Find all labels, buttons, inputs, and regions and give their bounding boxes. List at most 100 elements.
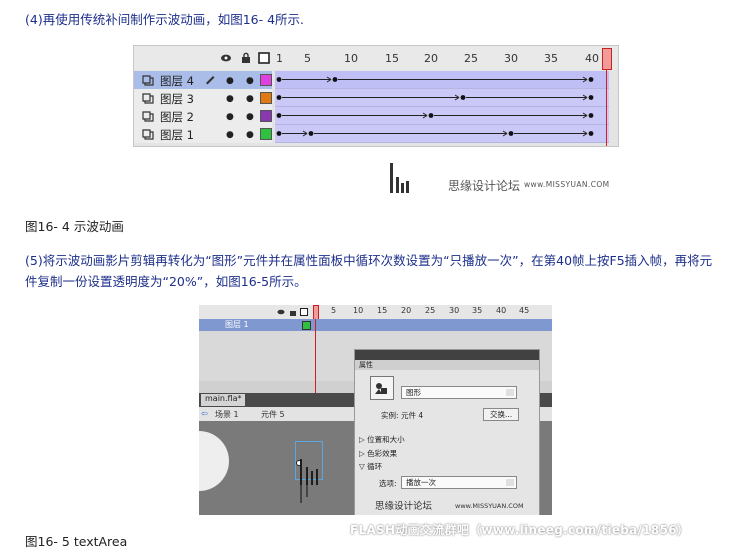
frame-number: 5 [331, 306, 337, 315]
frame-number: 30 [504, 52, 518, 65]
layer-name: 图层 4 [160, 74, 194, 88]
lock-dot[interactable]: ● [246, 130, 254, 140]
keyframe[interactable] [588, 95, 594, 100]
watermark-cn: 思缘设计论坛 [375, 501, 433, 512]
layer-name-cell[interactable]: 图层 3 ● ● [134, 89, 272, 107]
layer-icon [142, 93, 154, 104]
lock-dot[interactable]: ● [246, 76, 254, 86]
panel-titlebar[interactable] [355, 350, 539, 360]
timeline-header: 1 5 10 15 20 25 30 35 40 [134, 46, 618, 70]
panel-tab[interactable]: 属性 [355, 360, 539, 370]
lock-icon[interactable] [289, 308, 297, 316]
frame-number: 40 [496, 306, 507, 315]
frame-number: 35 [472, 306, 483, 315]
symbol-preview [370, 376, 394, 400]
keyframe[interactable] [588, 131, 594, 136]
pencil-icon [206, 76, 215, 85]
frame-number: 30 [449, 306, 460, 315]
frame-number: 10 [344, 52, 358, 65]
playhead[interactable] [602, 48, 612, 70]
symbol-instance[interactable] [295, 441, 323, 503]
figure-timeline-1: 1 5 10 15 20 25 30 35 40 图层 4 ● ● 图层 3 ●… [133, 45, 619, 147]
layer-row[interactable]: 图层 1 [199, 319, 552, 331]
section-position-size[interactable]: ▷ 位置和大小 [359, 434, 405, 445]
frame-number: 35 [544, 52, 558, 65]
keyframe[interactable] [276, 95, 282, 100]
paragraph-step-5: (5)将示波动画影片剪辑再转化为“图形”元件并在属性面板中循环次数设置为“只播放… [25, 253, 713, 289]
layer-name-cell[interactable]: 图层 2 ● ● [134, 107, 272, 125]
document-tab[interactable]: main.fla* [201, 394, 246, 406]
section-label: 位置和大小 [367, 435, 405, 444]
eye-icon[interactable] [220, 52, 232, 64]
breadcrumb-scene[interactable]: 场景 1 [215, 409, 239, 420]
keyframe[interactable] [276, 113, 282, 118]
layer-name-cell[interactable]: 图层 1 ● ● [134, 125, 272, 143]
visibility-dot[interactable]: ● [226, 112, 234, 122]
timeline-header: 1 5 10 15 20 25 30 35 40 45 [199, 305, 552, 320]
keyframe[interactable] [508, 131, 514, 136]
loop-option-select[interactable]: 播放一次 [401, 476, 517, 489]
frames-track[interactable] [275, 107, 609, 125]
keyframe[interactable] [276, 77, 282, 82]
breadcrumb-symbol[interactable]: 元件 5 [261, 409, 285, 420]
graphic-symbol-icon [375, 383, 387, 394]
frame-number: 20 [401, 306, 412, 315]
keyframe[interactable] [332, 77, 338, 82]
symbol-type-value: 图形 [406, 388, 421, 397]
layer-row[interactable]: 图层 4 ● ● [134, 71, 618, 89]
frame-number: 25 [425, 306, 436, 315]
outline-color-swatch[interactable] [260, 110, 272, 122]
frame-number: 15 [385, 52, 399, 65]
outline-square-icon[interactable] [258, 52, 270, 64]
outline-square-icon[interactable] [300, 308, 308, 316]
keyframe[interactable] [588, 113, 594, 118]
eye-icon[interactable] [277, 308, 285, 316]
visibility-dot[interactable]: ● [226, 130, 234, 140]
outline-color-swatch[interactable] [260, 128, 272, 140]
visibility-dot[interactable]: ● [226, 76, 234, 86]
layer-name: 图层 1 [160, 128, 194, 142]
lock-icon[interactable] [240, 52, 252, 64]
frame-number: 10 [353, 306, 364, 315]
frames-track[interactable] [275, 71, 609, 89]
keyframe[interactable] [308, 131, 314, 136]
layer-name-cell[interactable]: 图层 4 ● ● [134, 71, 272, 89]
outline-color-swatch[interactable] [302, 321, 311, 330]
keyframe[interactable] [460, 95, 466, 100]
back-arrow-icon[interactable]: ⇦ [201, 409, 208, 418]
layer-name: 图层 3 [160, 92, 194, 106]
visibility-dot[interactable]: ● [226, 94, 234, 104]
figure-caption-2: 图16- 5 textArea [25, 534, 128, 549]
figure-caption-1: 图16- 4 示波动画 [25, 219, 124, 234]
swap-button[interactable]: 交换... [483, 408, 520, 421]
playhead[interactable] [313, 305, 319, 320]
section-color-effect[interactable]: ▷ 色彩效果 [359, 448, 397, 459]
frame-number: 25 [464, 52, 478, 65]
keyframe[interactable] [588, 77, 594, 82]
dropdown-arrow-icon [506, 479, 514, 486]
layer-row[interactable]: 图层 1 ● ● [134, 125, 618, 143]
properties-panel: 属性 图形 实例: 元件 4 交换... ▷ 位置和大小 ▷ 色彩效果 ▽ 循环… [354, 349, 540, 515]
outline-color-swatch[interactable] [260, 92, 272, 104]
site-logo-icon [390, 163, 409, 193]
watermark-url: www.MISSYUAN.COM [524, 180, 610, 189]
lock-dot[interactable]: ● [246, 94, 254, 104]
outline-color-swatch[interactable] [260, 74, 272, 86]
symbol-type-select[interactable]: 图形 [401, 386, 517, 399]
layer-row[interactable]: 图层 2 ● ● [134, 107, 618, 125]
keyframe[interactable] [276, 131, 282, 136]
instance-label: 实例: [381, 411, 399, 420]
stage-circle-shape [199, 431, 229, 491]
layer-row[interactable]: 图层 3 ● ● [134, 89, 618, 107]
watermark-forum: FLASH动画交流群吧（www.lineeg.com/tieba/1856） [350, 523, 690, 537]
frames-track[interactable] [275, 125, 609, 143]
lock-dot[interactable]: ● [246, 112, 254, 122]
frames-track[interactable] [275, 89, 609, 107]
panel-tab-label: 属性 [359, 361, 373, 369]
watermark-cn: 思缘设计论坛 [448, 179, 521, 193]
section-loop[interactable]: ▽ 循环 [359, 461, 382, 472]
instance-value: 元件 4 [401, 411, 424, 420]
frame-number: 1 [276, 52, 283, 65]
layer-icon [142, 111, 154, 122]
keyframe[interactable] [428, 113, 434, 118]
